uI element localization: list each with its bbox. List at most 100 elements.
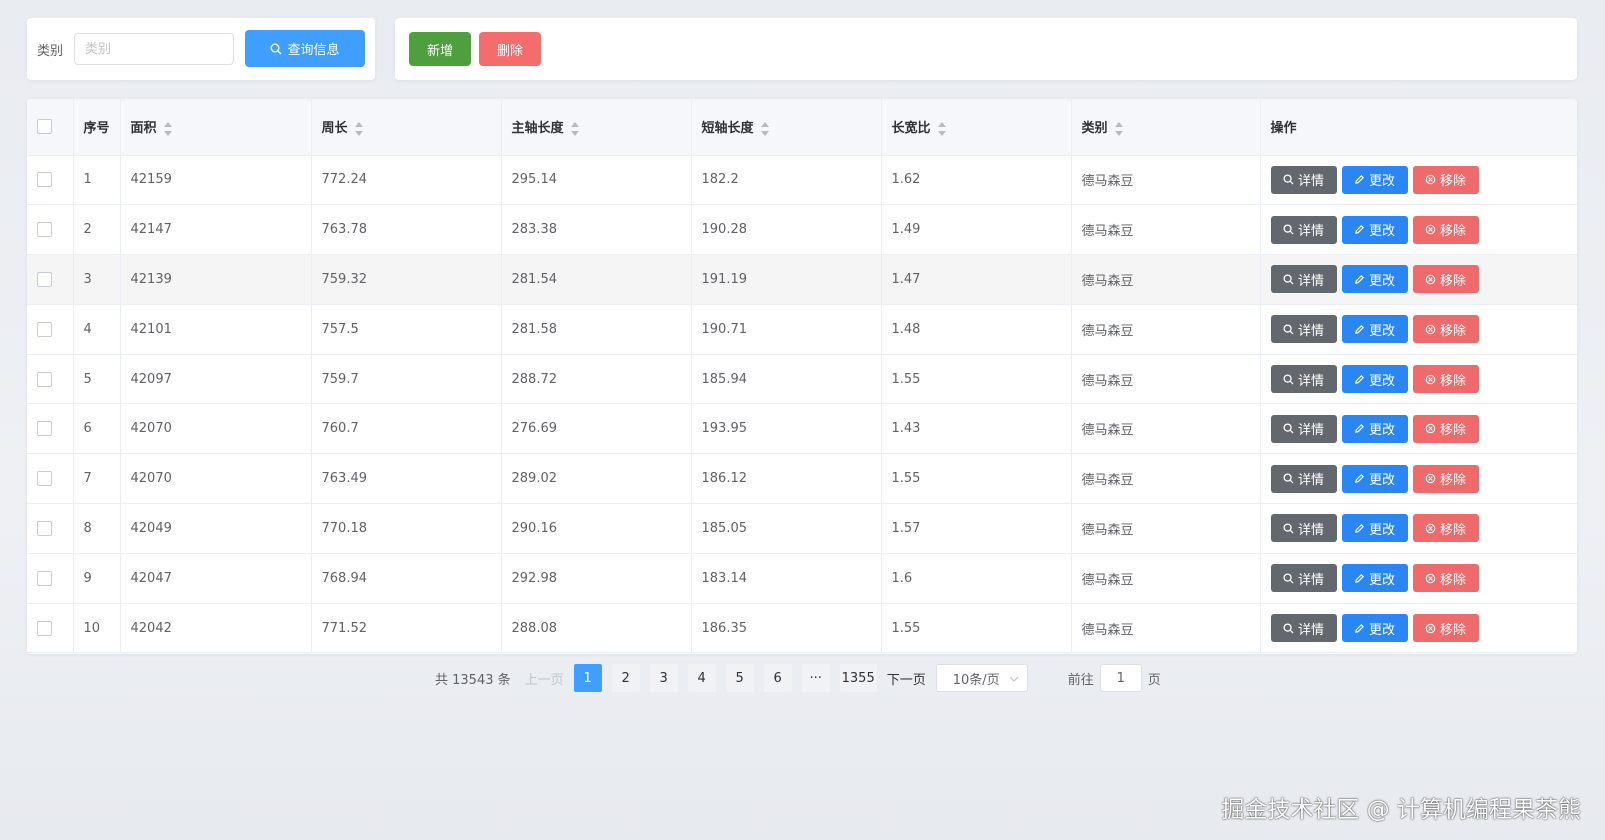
- remove-button[interactable]: 移除: [1412, 614, 1479, 643]
- search-icon: [1283, 324, 1294, 335]
- edit-button-label: 更改: [1368, 174, 1395, 190]
- header-category-label: 类别: [1081, 121, 1108, 137]
- remove-button[interactable]: 移除: [1412, 265, 1479, 294]
- row-checkbox[interactable]: [37, 321, 52, 337]
- cell-minor-axis: 185.05: [691, 503, 882, 554]
- edit-button[interactable]: 更改: [1341, 165, 1408, 194]
- sort-icon[interactable]: [760, 121, 770, 136]
- remove-button[interactable]: 移除: [1412, 165, 1479, 194]
- sort-icon[interactable]: [163, 121, 173, 136]
- sort-icon[interactable]: [570, 121, 580, 136]
- data-table: 序号 面积 周长 主轴长度 短轴长度 长宽比 类别 操作 1 42159 772.2…: [27, 99, 1577, 654]
- detail-button[interactable]: 详情: [1270, 165, 1337, 194]
- edit-button[interactable]: 更改: [1341, 414, 1408, 443]
- edit-button[interactable]: 更改: [1341, 265, 1408, 294]
- select-all-checkbox[interactable]: [37, 119, 52, 135]
- next-page-button[interactable]: 下一页: [887, 669, 926, 688]
- page-number-button[interactable]: 3: [649, 664, 678, 692]
- row-checkbox[interactable]: [37, 421, 52, 437]
- row-checkbox[interactable]: [37, 570, 52, 586]
- row-checkbox[interactable]: [37, 172, 52, 188]
- cell-category: 德马森豆: [1071, 254, 1261, 305]
- detail-button[interactable]: 详情: [1270, 365, 1337, 394]
- page-number-button[interactable]: 4: [687, 664, 716, 692]
- cell-index: 8: [73, 503, 121, 554]
- remove-button-label: 移除: [1439, 522, 1466, 538]
- cell-actions: 详情 更改 移除: [1260, 304, 1577, 355]
- detail-button[interactable]: 详情: [1270, 464, 1337, 493]
- search-icon: [1283, 374, 1294, 385]
- edit-button[interactable]: 更改: [1341, 564, 1408, 593]
- cell-major-axis: 283.38: [501, 204, 692, 256]
- prev-page-button[interactable]: 上一页: [525, 669, 564, 688]
- cell-aspect-ratio: 1.57: [881, 503, 1072, 554]
- row-checkbox[interactable]: [37, 620, 52, 636]
- edit-button[interactable]: 更改: [1341, 464, 1408, 493]
- query-button[interactable]: 查询信息: [245, 30, 365, 67]
- row-checkbox[interactable]: [37, 222, 52, 238]
- remove-button[interactable]: 移除: [1412, 464, 1479, 493]
- page-number-button[interactable]: 2: [611, 664, 640, 692]
- header-category[interactable]: 类别: [1071, 99, 1261, 156]
- edit-button[interactable]: 更改: [1341, 365, 1408, 394]
- more-pages-button[interactable]: ···: [801, 664, 830, 692]
- cell-index: 6: [73, 403, 121, 455]
- edit-button-label: 更改: [1368, 323, 1395, 339]
- detail-button[interactable]: 详情: [1270, 514, 1337, 543]
- remove-button[interactable]: 移除: [1412, 514, 1479, 543]
- remove-button[interactable]: 移除: [1412, 215, 1479, 244]
- detail-button[interactable]: 详情: [1270, 215, 1337, 244]
- remove-button[interactable]: 移除: [1412, 365, 1479, 394]
- detail-button[interactable]: 详情: [1270, 265, 1337, 294]
- cell-category: 德马森豆: [1071, 403, 1261, 455]
- detail-button[interactable]: 详情: [1270, 614, 1337, 643]
- detail-button[interactable]: 详情: [1270, 315, 1337, 344]
- sort-icon[interactable]: [1114, 121, 1124, 136]
- page-size-select[interactable]: 10条/页: [935, 664, 1028, 692]
- edit-button[interactable]: 更改: [1341, 514, 1408, 543]
- detail-button-label: 详情: [1297, 423, 1324, 439]
- cell-area: 42049: [120, 503, 312, 554]
- delete-button[interactable]: 删除: [479, 32, 541, 66]
- table-row: 7 42070 763.49 289.02 186.12 1.55 德马森豆 详情 更改 移除: [27, 453, 1577, 505]
- page-number-button[interactable]: 6: [763, 664, 792, 692]
- cell-actions: 详情 更改 移除: [1260, 354, 1577, 405]
- cell-area: 42070: [120, 403, 312, 455]
- page-number-button[interactable]: 5: [725, 664, 754, 692]
- edit-button[interactable]: 更改: [1341, 315, 1408, 344]
- page-numbers: 1 2 3 4 5 6 ··· 1355: [573, 664, 887, 692]
- add-button[interactable]: 新增: [409, 32, 471, 66]
- header-perimeter[interactable]: 周长: [311, 99, 502, 156]
- edit-button[interactable]: 更改: [1341, 215, 1408, 244]
- row-checkbox[interactable]: [37, 371, 52, 387]
- category-search-input[interactable]: [74, 33, 234, 65]
- pagination: 共 13543 条 上一页 1 2 3 4 5 6 ··· 1355 下一页 10条/页 前往…: [435, 664, 1161, 692]
- remove-button[interactable]: 移除: [1412, 315, 1479, 344]
- remove-button[interactable]: 移除: [1412, 564, 1479, 593]
- header-minor-axis[interactable]: 短轴长度: [691, 99, 882, 156]
- header-major-axis[interactable]: 主轴长度: [501, 99, 692, 156]
- page-number-button[interactable]: 1: [573, 664, 602, 692]
- header-aspect-ratio[interactable]: 长宽比: [881, 99, 1072, 156]
- row-checkbox[interactable]: [37, 520, 52, 536]
- cell-perimeter: 763.78: [311, 204, 502, 256]
- detail-button-label: 详情: [1297, 273, 1324, 289]
- remove-button[interactable]: 移除: [1412, 414, 1479, 443]
- row-checkbox[interactable]: [37, 271, 52, 287]
- cell-area: 42147: [120, 204, 312, 256]
- detail-button[interactable]: 详情: [1270, 564, 1337, 593]
- search-panel: 类别 查询信息: [27, 18, 375, 80]
- row-checkbox[interactable]: [37, 471, 52, 487]
- table-row: 10 42042 771.52 288.08 186.35 1.55 德马森豆 详情 更改 移除: [27, 603, 1577, 654]
- sort-icon[interactable]: [937, 121, 947, 136]
- sort-icon[interactable]: [354, 121, 364, 136]
- edit-button[interactable]: 更改: [1341, 614, 1408, 643]
- detail-button[interactable]: 详情: [1270, 414, 1337, 443]
- cell-major-axis: 290.16: [501, 503, 692, 554]
- edit-button-label: 更改: [1368, 622, 1395, 638]
- cell-category: 德马森豆: [1071, 453, 1261, 505]
- cell-minor-axis: 185.94: [691, 354, 882, 405]
- page-number-button[interactable]: 1355: [839, 664, 877, 692]
- goto-page-input[interactable]: [1099, 664, 1142, 692]
- header-area[interactable]: 面积: [120, 99, 312, 156]
